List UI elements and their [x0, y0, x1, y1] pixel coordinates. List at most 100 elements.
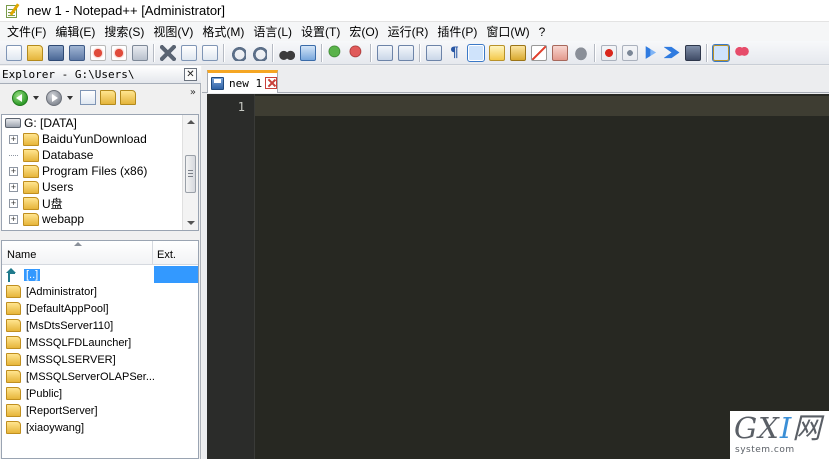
toolbar-overflow-icon[interactable]: »	[190, 87, 196, 98]
file-list-header: Name Ext.	[2, 241, 198, 265]
menu-view[interactable]: 视图(V)	[149, 23, 198, 40]
new-file-icon[interactable]	[80, 90, 96, 105]
tree-item[interactable]: + Program Files (x86)	[2, 163, 182, 179]
menu-format[interactable]: 格式(M)	[198, 23, 249, 40]
file-row[interactable]: [MSSQLServerOLAPSer...	[2, 368, 198, 385]
sync-horizontal-icon[interactable]	[397, 44, 414, 61]
word-wrap-icon[interactable]	[425, 44, 442, 61]
back-history-dropdown-icon[interactable]	[33, 95, 39, 100]
file-row[interactable]: [MSSQLSERVER]	[2, 351, 198, 368]
folder-tree[interactable]: G: [DATA] + BaiduYunDownload Database + …	[1, 114, 199, 231]
expand-plus-icon[interactable]: +	[9, 198, 18, 208]
folder-favorites-icon[interactable]	[120, 90, 136, 105]
file-row[interactable]: [Public]	[2, 385, 198, 402]
tree-item[interactable]: + Users	[2, 179, 182, 195]
file-row[interactable]: [xiaoywang]	[2, 419, 198, 436]
open-file-icon[interactable]	[26, 44, 43, 61]
zoom-in-icon[interactable]	[327, 44, 344, 61]
tree-item[interactable]: Database	[2, 147, 182, 163]
save-macro-icon[interactable]	[684, 44, 701, 61]
file-ext	[154, 266, 198, 283]
document-map-icon[interactable]	[509, 44, 526, 61]
print-icon[interactable]	[131, 44, 148, 61]
column-header-ext[interactable]: Ext.	[157, 249, 176, 261]
forward-arrow-icon[interactable]	[46, 89, 62, 106]
menu-file[interactable]: 文件(F)	[3, 23, 51, 40]
monitoring-icon[interactable]	[572, 44, 589, 61]
user-defined-language-icon[interactable]	[488, 44, 505, 61]
find-icon[interactable]	[278, 44, 295, 61]
sync-vertical-icon[interactable]	[376, 44, 393, 61]
undo-icon[interactable]	[229, 44, 246, 61]
file-row[interactable]: [MSSQLFDLauncher]	[2, 334, 198, 351]
indent-guide-icon[interactable]	[466, 43, 485, 62]
editor-text-area[interactable]	[255, 94, 829, 459]
file-list[interactable]: Name Ext. [..] [Administrator] [DefaultA…	[1, 240, 199, 459]
run-macro-multiple-icon[interactable]	[663, 46, 680, 59]
folder-icon	[23, 164, 39, 178]
tab-close-icon[interactable]	[265, 77, 278, 89]
tree-scrollbar[interactable]	[182, 115, 198, 230]
stop-recording-icon[interactable]	[621, 44, 638, 61]
forward-history-dropdown-icon[interactable]	[67, 95, 73, 100]
tree-item[interactable]: + BaiduYunDownload	[2, 131, 182, 147]
tree-item[interactable]: + U盘	[2, 195, 182, 211]
tab-new-1[interactable]: new 1	[207, 70, 278, 93]
explorer-plugin-icon[interactable]	[711, 43, 730, 62]
scrollbar-thumb[interactable]	[185, 155, 196, 193]
play-macro-icon[interactable]	[645, 46, 657, 59]
redo-icon[interactable]	[250, 44, 267, 61]
cut-icon[interactable]	[159, 44, 176, 61]
menu-run[interactable]: 运行(R)	[384, 23, 434, 40]
file-name: [MsDtsServer110]	[26, 319, 114, 332]
toolbar-separator	[594, 43, 595, 62]
menu-search[interactable]: 搜索(S)	[100, 23, 149, 40]
folder-as-workspace-icon[interactable]	[551, 44, 568, 61]
function-list-icon[interactable]	[530, 44, 547, 61]
close-file-icon[interactable]	[89, 44, 106, 61]
tree-drive[interactable]: G: [DATA]	[2, 115, 182, 131]
menu-help[interactable]: ?	[535, 25, 551, 39]
folder-icon	[6, 285, 21, 298]
folder-icon	[23, 148, 39, 162]
column-divider[interactable]	[152, 241, 153, 265]
menu-macro[interactable]: 宏(O)	[345, 23, 383, 40]
expand-plus-icon[interactable]: +	[9, 166, 18, 176]
save-all-icon[interactable]	[68, 44, 85, 61]
replace-icon[interactable]	[299, 44, 316, 61]
paste-icon[interactable]	[201, 44, 218, 61]
file-row[interactable]: [Administrator]	[2, 283, 198, 300]
expand-plus-icon[interactable]: +	[9, 182, 18, 192]
file-row[interactable]: [DefaultAppPool]	[2, 300, 198, 317]
file-row[interactable]: [MsDtsServer110]	[2, 317, 198, 334]
menu-edit[interactable]: 编辑(E)	[51, 23, 100, 40]
line-number-gutter[interactable]: 1	[207, 94, 255, 459]
show-all-characters-icon[interactable]: ¶	[447, 45, 463, 61]
copy-icon[interactable]	[180, 44, 197, 61]
new-file-icon[interactable]	[5, 44, 22, 61]
expand-plus-icon[interactable]: +	[9, 134, 18, 144]
expand-plus-icon[interactable]: +	[9, 214, 18, 224]
file-row-parent[interactable]: [..]	[2, 266, 198, 283]
close-all-icon[interactable]	[110, 44, 127, 61]
menu-plugins[interactable]: 插件(P)	[433, 23, 482, 40]
tree-item[interactable]: + webapp	[2, 211, 182, 227]
favorites-heart-icon[interactable]	[733, 44, 750, 61]
folder-icon	[6, 336, 21, 349]
record-macro-icon[interactable]	[600, 44, 617, 61]
scroll-down-arrow-icon[interactable]	[187, 221, 195, 225]
menu-window[interactable]: 窗口(W)	[482, 23, 534, 40]
watermark-domain: system.com	[735, 445, 795, 455]
menu-language[interactable]: 语言(L)	[249, 23, 297, 40]
file-row[interactable]: [ReportServer]	[2, 402, 198, 419]
new-folder-icon[interactable]	[100, 90, 116, 105]
column-header-name[interactable]: Name	[7, 249, 36, 261]
file-name: [MSSQLFDLauncher]	[26, 336, 132, 349]
title-bar[interactable]: new 1 - Notepad++ [Administrator]	[0, 0, 829, 22]
save-icon[interactable]	[47, 44, 64, 61]
back-arrow-icon[interactable]	[12, 89, 28, 106]
scroll-up-arrow-icon[interactable]	[187, 120, 195, 124]
explorer-close-button[interactable]: ✕	[184, 68, 197, 81]
menu-settings[interactable]: 设置(T)	[297, 23, 345, 40]
zoom-out-icon[interactable]	[348, 44, 365, 61]
